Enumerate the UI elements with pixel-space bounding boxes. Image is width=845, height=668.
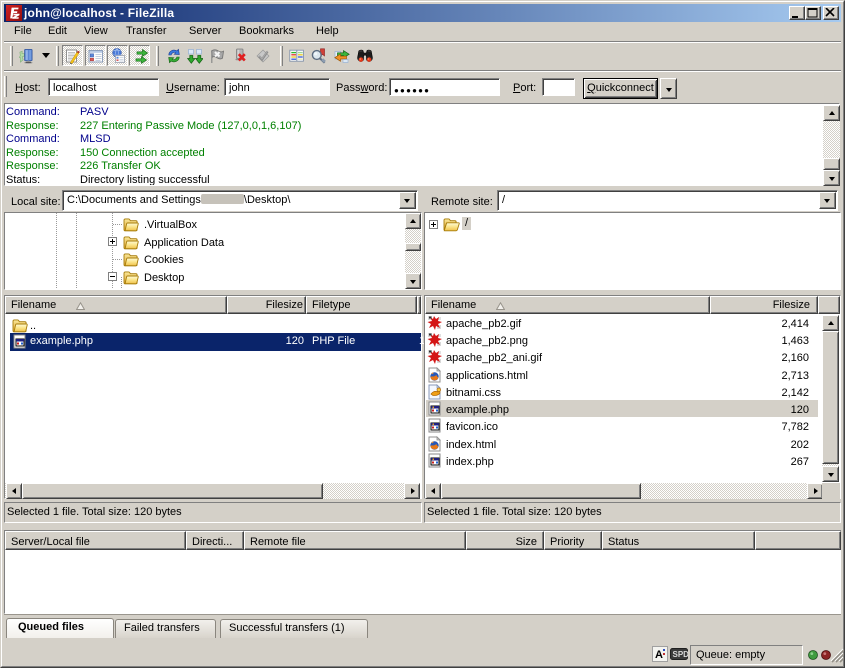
svg-text:SPD: SPD (673, 650, 689, 659)
svg-text:A: A (655, 649, 663, 661)
